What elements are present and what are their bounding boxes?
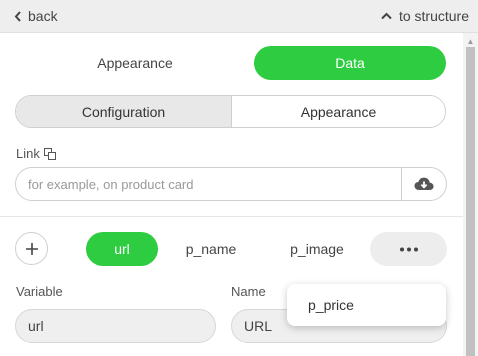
tab-data[interactable]: Data [254, 46, 446, 80]
variable-chip-p-name[interactable]: p_name [173, 232, 249, 266]
variable-label: Variable [16, 284, 63, 299]
link-label: Link [16, 146, 56, 161]
to-structure-link[interactable]: to structure [381, 0, 469, 32]
variable-chip-p-image[interactable]: p_image [279, 232, 355, 266]
cloud-download-button[interactable] [401, 168, 446, 200]
name-label: Name [231, 284, 266, 299]
to-structure-label: to structure [398, 8, 469, 24]
segment-configuration[interactable]: Configuration [16, 96, 232, 127]
segment-appearance[interactable]: Appearance [232, 96, 445, 127]
more-variables-button[interactable] [370, 232, 447, 266]
chevron-left-icon [14, 10, 21, 22]
variable-chip-url[interactable]: url [86, 232, 158, 266]
chevron-up-icon [381, 12, 392, 20]
mode-segmented-control: Configuration Appearance [15, 95, 446, 128]
section-divider [0, 216, 463, 217]
copy-icon[interactable] [43, 147, 56, 160]
back-label: back [28, 8, 58, 24]
plus-icon [25, 242, 38, 255]
tab-appearance[interactable]: Appearance [16, 46, 254, 80]
top-bar: back to structure [0, 0, 478, 33]
add-variable-button[interactable] [15, 232, 48, 265]
scrollbar-thumb[interactable] [466, 47, 475, 356]
more-dots-icon [399, 247, 418, 251]
link-input[interactable] [16, 168, 401, 200]
menu-item-p-price[interactable]: p_price [308, 297, 354, 313]
link-label-text: Link [16, 146, 40, 161]
cloud-download-icon [414, 177, 434, 190]
variable-input[interactable]: url [15, 309, 216, 343]
variable-dropdown-menu: p_price [287, 284, 446, 326]
scroll-up-arrow-icon[interactable]: ▲ [465, 37, 476, 46]
back-link[interactable]: back [14, 0, 58, 32]
link-field [15, 167, 447, 201]
